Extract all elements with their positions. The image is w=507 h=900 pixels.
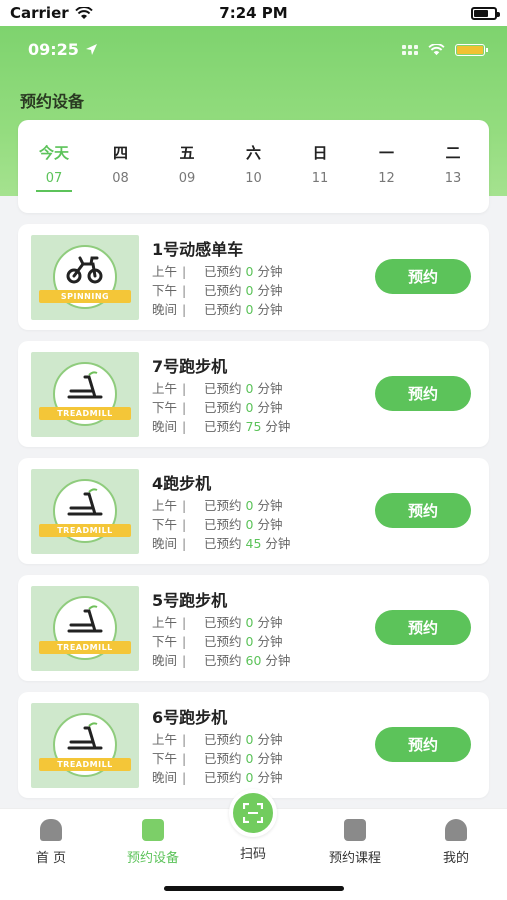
booking-row-afternoon: 下午 | 已预约 0 分钟 bbox=[152, 517, 283, 532]
tab-booking-label: 预约设备 bbox=[126, 851, 179, 866]
equipment-card[interactable]: TREADMILL 6号跑步机 上午 | 已预约 0 分钟 下午 | 已预约 0 分钟 … bbox=[18, 692, 489, 798]
booking-row-afternoon: 下午 | 已预约 0 分钟 bbox=[152, 283, 283, 298]
equipment-card[interactable]: SPINNING 1号动感单车 上午 | 已预约 0 分钟 下午 | 已预约 0 分钟 … bbox=[18, 224, 489, 330]
tab-bar: 首 页 预约设备 扫码 预约课程 我的 bbox=[0, 789, 507, 900]
date-day: 08 bbox=[112, 171, 129, 186]
booking-row-morning: 上午 | 已预约 0 分钟 bbox=[152, 732, 283, 747]
book-button[interactable]: 预约 bbox=[375, 610, 471, 645]
equipment-badge: TREADMILL bbox=[39, 758, 131, 771]
tab-mine-label: 我的 bbox=[442, 851, 469, 866]
equipment-image: TREADMILL bbox=[31, 352, 139, 437]
wifi-icon bbox=[74, 6, 93, 19]
booking-row-evening: 晚间 | 已预约 0 分钟 bbox=[152, 770, 283, 785]
location-arrow-icon bbox=[85, 44, 97, 55]
date-tab[interactable]: 二 13 bbox=[433, 120, 473, 213]
treadmill-icon bbox=[67, 722, 103, 750]
equipment-badge: SPINNING bbox=[39, 290, 131, 303]
ios-status-bar: Carrier 7:24 PM bbox=[0, 0, 507, 26]
date-tab[interactable]: 日 11 bbox=[300, 120, 340, 213]
carrier-label: Carrier bbox=[10, 4, 69, 22]
date-weekday: 日 bbox=[312, 144, 328, 162]
booking-row-afternoon: 下午 | 已预约 0 分钟 bbox=[152, 634, 283, 649]
date-weekday: 六 bbox=[245, 144, 261, 162]
booking-row-evening: 晚间 | 已预约 75 分钟 bbox=[152, 419, 291, 434]
app-status-bar: 09:25 bbox=[28, 40, 488, 59]
tab-courses[interactable]: 预约课程 bbox=[315, 819, 395, 866]
booking-row-morning: 上午 | 已预约 0 分钟 bbox=[152, 264, 283, 279]
page-title: 预约设备 bbox=[20, 92, 85, 111]
date-day: 07 bbox=[45, 171, 63, 186]
tab-scan-label: 扫码 bbox=[239, 847, 266, 862]
booking-row-afternoon: 下午 | 已预约 0 分钟 bbox=[152, 751, 283, 766]
equipment-card[interactable]: TREADMILL 4跑步机 上午 | 已预约 0 分钟 下午 | 已预约 0 分钟 晚… bbox=[18, 458, 489, 564]
date-day: 12 bbox=[378, 171, 395, 186]
booking-row-afternoon: 下午 | 已预约 0 分钟 bbox=[152, 400, 283, 415]
app-clock: 09:25 bbox=[28, 40, 79, 59]
date-weekday: 一 bbox=[378, 144, 394, 162]
date-tab[interactable]: 四 08 bbox=[101, 120, 141, 213]
date-day: 09 bbox=[178, 171, 196, 186]
booking-row-evening: 晚间 | 已预约 60 分钟 bbox=[152, 653, 291, 668]
course-icon bbox=[344, 819, 366, 841]
equipment-name: 1号动感单车 bbox=[152, 240, 244, 259]
user-icon bbox=[445, 819, 467, 841]
book-button[interactable]: 预约 bbox=[375, 376, 471, 411]
book-button[interactable]: 预约 bbox=[375, 259, 471, 294]
bike-icon bbox=[66, 256, 103, 284]
home-indicator bbox=[164, 886, 344, 891]
book-button[interactable]: 预约 bbox=[375, 727, 471, 762]
tab-scan[interactable]: 扫码 bbox=[213, 843, 293, 862]
tab-mine[interactable]: 我的 bbox=[416, 819, 496, 866]
date-selector: 今天 07 四 08 五 09 六 10 日 11 一 12 二 13 bbox=[18, 120, 489, 213]
calendar-icon bbox=[142, 819, 164, 841]
equipment-badge: TREADMILL bbox=[39, 641, 131, 654]
date-weekday: 四 bbox=[112, 144, 128, 162]
scan-icon bbox=[243, 803, 263, 823]
date-tab[interactable]: 六 10 bbox=[234, 120, 274, 213]
date-weekday: 今天 bbox=[38, 144, 69, 162]
date-day: 11 bbox=[311, 171, 329, 186]
equipment-badge: TREADMILL bbox=[39, 524, 131, 537]
date-tab[interactable]: 五 09 bbox=[167, 120, 207, 213]
equipment-image: TREADMILL bbox=[31, 586, 139, 671]
home-icon bbox=[40, 819, 62, 841]
tab-home-label: 首 页 bbox=[35, 851, 67, 866]
battery-icon bbox=[471, 6, 500, 20]
date-day: 10 bbox=[245, 171, 262, 186]
equipment-image: TREADMILL bbox=[31, 469, 139, 554]
equipment-image: SPINNING bbox=[31, 235, 139, 320]
date-weekday: 五 bbox=[179, 144, 195, 162]
treadmill-icon bbox=[67, 371, 103, 399]
tab-home[interactable]: 首 页 bbox=[11, 819, 91, 866]
equipment-card[interactable]: TREADMILL 7号跑步机 上午 | 已预约 0 分钟 下午 | 已预约 0 分钟 … bbox=[18, 341, 489, 447]
equipment-name: 6号跑步机 bbox=[152, 708, 228, 727]
treadmill-icon bbox=[67, 488, 103, 516]
equipment-list: SPINNING 1号动感单车 上午 | 已预约 0 分钟 下午 | 已预约 0 分钟 … bbox=[18, 224, 489, 809]
equipment-badge: TREADMILL bbox=[39, 407, 131, 420]
signal-icon bbox=[402, 44, 418, 55]
equipment-image: TREADMILL bbox=[31, 703, 139, 788]
equipment-card[interactable]: TREADMILL 5号跑步机 上午 | 已预约 0 分钟 下午 | 已预约 0 分钟 … bbox=[18, 575, 489, 681]
wifi-icon bbox=[428, 43, 445, 55]
booking-row-morning: 上午 | 已预约 0 分钟 bbox=[152, 615, 283, 630]
book-button[interactable]: 预约 bbox=[375, 493, 471, 528]
equipment-name: 4跑步机 bbox=[152, 474, 212, 493]
tab-courses-label: 预约课程 bbox=[328, 851, 381, 866]
equipment-name: 5号跑步机 bbox=[152, 591, 228, 610]
date-tab[interactable]: 一 12 bbox=[367, 120, 407, 213]
equipment-name: 7号跑步机 bbox=[152, 357, 228, 376]
battery-icon bbox=[455, 43, 488, 56]
date-tab-today[interactable]: 今天 07 bbox=[34, 120, 74, 213]
booking-row-evening: 晚间 | 已预约 45 分钟 bbox=[152, 536, 291, 551]
booking-row-evening: 晚间 | 已预约 0 分钟 bbox=[152, 302, 283, 317]
date-weekday: 二 bbox=[445, 144, 461, 162]
tab-booking[interactable]: 预约设备 bbox=[113, 819, 193, 866]
booking-row-morning: 上午 | 已预约 0 分钟 bbox=[152, 381, 283, 396]
booking-row-morning: 上午 | 已预约 0 分钟 bbox=[152, 498, 283, 513]
scan-button[interactable] bbox=[229, 789, 277, 837]
treadmill-icon bbox=[67, 605, 103, 633]
date-day: 13 bbox=[444, 171, 462, 186]
